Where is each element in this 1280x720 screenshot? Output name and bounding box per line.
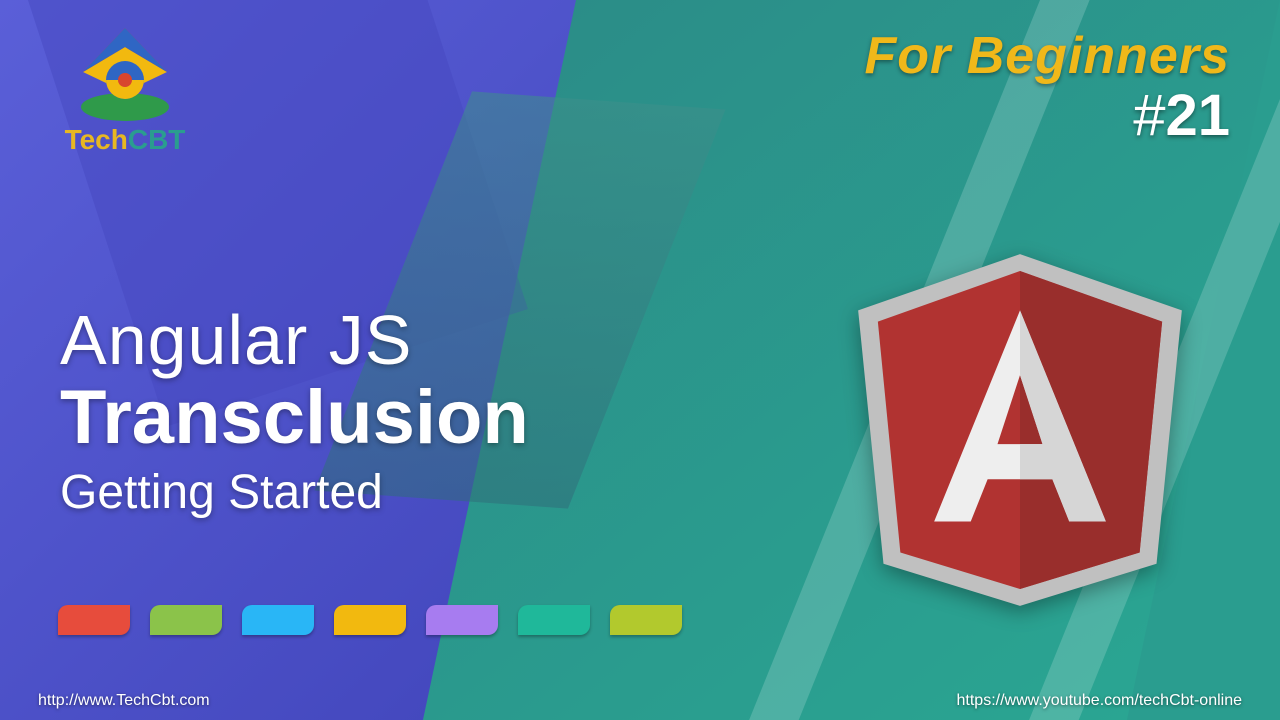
- episode-number: #21: [865, 82, 1231, 149]
- color-pills: [58, 605, 682, 635]
- footer-url-right: https://www.youtube.com/techCbt-online: [957, 692, 1242, 710]
- footer-url-left: http://www.TechCbt.com: [38, 692, 210, 710]
- techcbt-logo: TechCBT: [50, 22, 200, 156]
- color-pill-0: [58, 605, 130, 635]
- color-pill-2: [242, 605, 314, 635]
- color-pill-5: [518, 605, 590, 635]
- color-pill-3: [334, 605, 406, 635]
- audience-label: For Beginners: [865, 26, 1231, 86]
- title-technology: Angular JS: [60, 300, 529, 380]
- title-topic: Transclusion: [60, 374, 529, 461]
- techcbt-logo-icon: [65, 22, 185, 122]
- angular-icon: [840, 240, 1200, 625]
- color-pill-4: [426, 605, 498, 635]
- header-right: For Beginners #21: [865, 26, 1231, 149]
- color-pill-1: [150, 605, 222, 635]
- techcbt-logo-text: TechCBT: [50, 124, 200, 156]
- title-block: Angular JS Transclusion Getting Started: [60, 300, 529, 520]
- title-subtitle: Getting Started: [60, 465, 529, 520]
- color-pill-6: [610, 605, 682, 635]
